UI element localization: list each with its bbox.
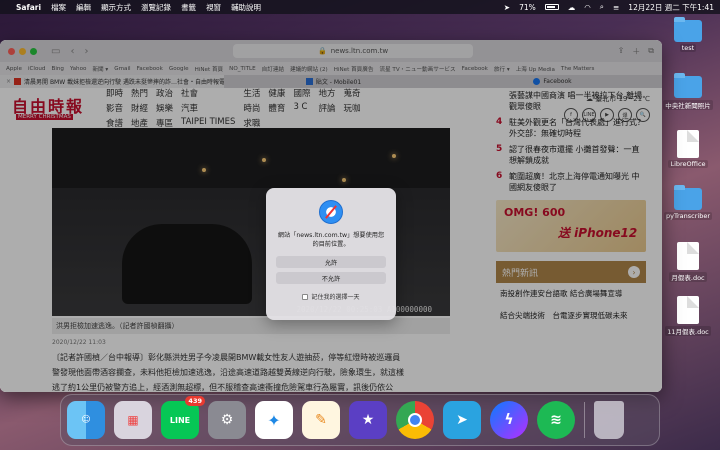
document-icon	[677, 242, 699, 270]
desktop-item-libreoffice[interactable]: LibreOffice	[660, 130, 716, 168]
remember-label: 記住我的選擇一天	[311, 294, 360, 301]
menu-edit[interactable]: 編輯	[76, 2, 91, 13]
wifi-icon[interactable]: ◠	[584, 3, 591, 12]
allow-button[interactable]: 允許	[276, 256, 386, 268]
menu-file[interactable]: 檔案	[51, 2, 66, 13]
trash-icon[interactable]	[594, 401, 624, 439]
line-icon[interactable]: LINE 439	[161, 396, 205, 439]
cloud-icon[interactable]: ☁	[568, 3, 576, 12]
menu-bookmarks[interactable]: 書籤	[181, 2, 196, 13]
location-permission-dialog: 網站「news.ltn.com.tw」想要使用您的目前位置。 允許 不允許 記住…	[266, 188, 396, 320]
desktop-item-leave-doc[interactable]: 月假表.doc	[660, 242, 716, 282]
menu-window[interactable]: 視窗	[206, 2, 221, 13]
chrome-icon[interactable]	[396, 401, 434, 439]
battery-icon[interactable]	[544, 4, 559, 10]
menu-history[interactable]: 瀏覽記錄	[141, 2, 171, 13]
dock: ☺ ▦ LINE 439 ⚙ ✦ ✎ ★ ➤ ϟ ≋	[60, 394, 660, 446]
control-center-icon[interactable]: ≡	[613, 3, 619, 12]
document-icon	[677, 296, 699, 324]
folder-icon	[674, 73, 702, 98]
menubar-clock[interactable]: 12月22日 週二 下午1:41	[628, 2, 714, 13]
checkbox-icon[interactable]	[302, 293, 309, 300]
imovie-icon[interactable]: ★	[349, 401, 387, 439]
location-icon[interactable]: ➤	[504, 3, 510, 12]
search-icon[interactable]: ⌕	[600, 2, 604, 12]
menu-help[interactable]: 輔助說明	[231, 2, 261, 13]
menu-bar: Safari 檔案 編輯 顯示方式 瀏覽記錄 書籤 視窗 輔助說明 ➤ 71% …	[0, 0, 720, 14]
dialog-message: 網站「news.ltn.com.tw」想要使用您的目前位置。	[277, 232, 385, 248]
remember-choice-checkbox[interactable]: 記住我的選擇一天	[266, 292, 396, 301]
launchpad-icon[interactable]: ▦	[114, 401, 152, 439]
messenger-icon[interactable]: ϟ	[490, 401, 528, 439]
safari-compass-icon	[319, 200, 343, 224]
telegram-icon[interactable]: ➤	[443, 401, 481, 439]
desktop-item-news-photos[interactable]: 中央社新聞照片	[660, 73, 716, 110]
safari-icon[interactable]: ✦	[255, 401, 293, 439]
notification-badge: 439	[185, 396, 205, 406]
folder-icon	[674, 17, 702, 42]
desktop-item-pytranscriber[interactable]: pyTranscriber	[660, 185, 716, 220]
deny-button[interactable]: 不允許	[276, 272, 386, 284]
battery-percent[interactable]: 71%	[519, 3, 536, 12]
pages-icon[interactable]: ✎	[302, 401, 340, 439]
menu-app-name[interactable]: Safari	[16, 3, 41, 12]
menu-view[interactable]: 顯示方式	[101, 2, 131, 13]
finder-icon[interactable]: ☺	[67, 401, 105, 439]
desktop-item-test[interactable]: test	[660, 17, 716, 52]
safari-window: ▭ ‹ › 🔒 news.ltn.com.tw ⇪ ＋ ⧉ Apple iClo…	[0, 40, 662, 392]
folder-icon	[674, 185, 702, 210]
document-icon	[677, 130, 699, 158]
desktop-item-nov-leave-doc[interactable]: 11月假表.doc	[660, 296, 716, 336]
spotify-icon[interactable]: ≋	[537, 401, 575, 439]
system-preferences-icon[interactable]: ⚙	[208, 401, 246, 439]
dock-separator	[584, 402, 585, 438]
